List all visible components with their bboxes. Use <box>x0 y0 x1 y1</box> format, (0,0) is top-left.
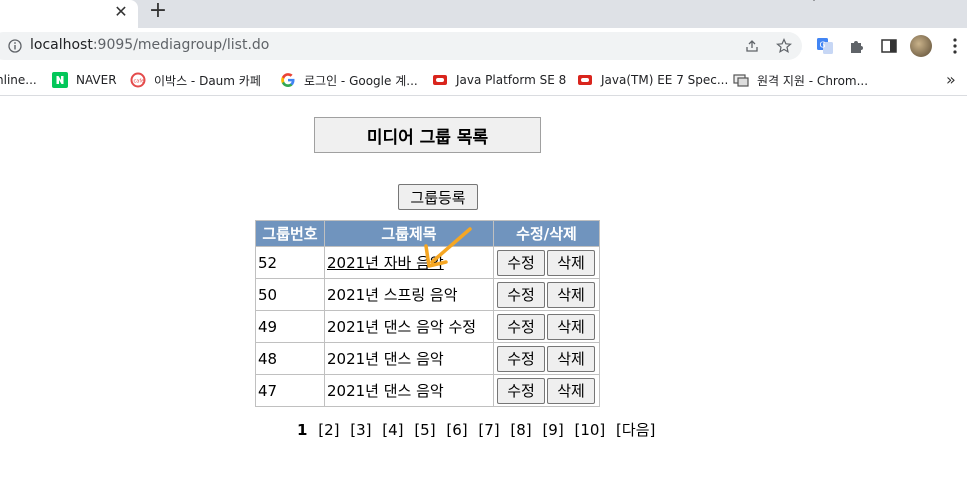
group-title-cell[interactable]: 2021년 댄스 음악 수정 <box>324 310 494 343</box>
current-page: 1 <box>297 421 308 439</box>
bookmark-star-icon[interactable] <box>776 38 792 54</box>
url-host: localhost <box>30 37 93 53</box>
action-cell: 수정 삭제 <box>493 310 600 343</box>
profile-avatar[interactable] <box>910 35 932 57</box>
close-window-icon[interactable] <box>944 0 960 6</box>
bookmark-label: nline... <box>0 73 37 87</box>
share-icon[interactable] <box>744 38 760 54</box>
browser-toolbar: localhost:9095/mediagroup/list.do G <box>0 28 967 64</box>
action-cell: 수정 삭제 <box>493 246 600 279</box>
url-text[interactable]: localhost:9095/mediagroup/list.do <box>30 37 269 53</box>
bookmark-item-naver[interactable]: NAVER <box>52 70 117 90</box>
action-cell: 수정 삭제 <box>493 278 600 311</box>
bookmark-item-java-se8[interactable]: Java Platform SE 8 <box>432 70 566 90</box>
group-no-cell: 52 <box>255 246 325 279</box>
tab-search-icon[interactable] <box>806 0 822 6</box>
annotation-arrow-icon <box>424 227 472 268</box>
edit-button[interactable]: 수정 <box>497 313 545 340</box>
naver-icon <box>52 72 68 88</box>
page-link[interactable]: [8] <box>510 421 531 439</box>
site-info-icon[interactable] <box>8 39 22 53</box>
group-no-cell: 49 <box>255 310 325 343</box>
svg-text:cafe: cafe <box>134 79 145 85</box>
delete-button[interactable]: 삭제 <box>547 313 595 340</box>
page-link[interactable]: [5] <box>414 421 435 439</box>
group-no-cell: 50 <box>255 278 325 311</box>
bookmark-label: NAVER <box>76 73 117 87</box>
tab-close-icon[interactable]: ✕ <box>112 3 130 21</box>
table-row: 48 2021년 댄스 음악 수정 삭제 <box>255 342 600 375</box>
table-row: 47 2021년 댄스 음악 수정 삭제 <box>255 374 600 407</box>
bookmark-item-java-ee7[interactable]: Java(TM) EE 7 Spec... <box>577 70 728 90</box>
page-link[interactable]: [6] <box>446 421 467 439</box>
edit-button[interactable]: 수정 <box>497 345 545 372</box>
page-link[interactable]: [4] <box>382 421 403 439</box>
minimize-icon[interactable] <box>852 0 868 6</box>
next-page-link[interactable]: [다음] <box>616 421 655 439</box>
bookmark-label: 이박스 - Daum 카페 <box>154 73 261 88</box>
bookmark-label: Java Platform SE 8 <box>456 73 567 87</box>
action-cell: 수정 삭제 <box>493 374 600 407</box>
column-header-edit-delete: 수정/삭제 <box>493 220 600 247</box>
svg-text:G: G <box>820 41 826 50</box>
active-tab[interactable]: ✕ <box>0 0 138 28</box>
action-cell: 수정 삭제 <box>493 342 600 375</box>
bookmarks-bar: nline... NAVER cafe 이박스 - Daum 카페 로그인 - … <box>0 64 967 96</box>
delete-button[interactable]: 삭제 <box>547 281 595 308</box>
url-path: :9095/mediagroup/list.do <box>92 37 270 53</box>
google-translate-icon[interactable]: G <box>816 37 834 55</box>
address-bar[interactable]: localhost:9095/mediagroup/list.do <box>0 32 802 60</box>
new-tab-icon[interactable]: + <box>148 0 168 23</box>
chrome-menu-icon[interactable] <box>952 36 958 56</box>
oracle-icon <box>578 75 592 85</box>
register-group-button[interactable]: 그룹등록 <box>398 184 478 210</box>
tab-strip: ✕ + <box>0 0 967 28</box>
page-link[interactable]: [2] <box>318 421 339 439</box>
bookmark-label: 로그인 - Google 계... <box>304 73 418 88</box>
page-link[interactable]: [10] <box>574 421 605 439</box>
remote-desktop-icon <box>733 74 749 87</box>
group-no-cell: 48 <box>255 342 325 375</box>
more-bookmarks-icon[interactable]: » <box>946 70 956 89</box>
edit-button[interactable]: 수정 <box>497 377 545 404</box>
extensions-puzzle-icon[interactable] <box>848 37 866 55</box>
table-row: 49 2021년 댄스 음악 수정 수정 삭제 <box>255 310 600 343</box>
bookmark-item-daum-cafe[interactable]: cafe 이박스 - Daum 카페 <box>130 70 261 90</box>
side-panel-icon[interactable] <box>880 37 898 55</box>
google-icon <box>281 73 295 87</box>
column-header-group-no: 그룹번호 <box>255 220 325 247</box>
delete-button[interactable]: 삭제 <box>547 249 595 276</box>
bookmark-item-online[interactable]: nline... <box>0 70 37 90</box>
edit-button[interactable]: 수정 <box>497 281 545 308</box>
group-no-cell: 47 <box>255 374 325 407</box>
bookmark-item-google-login[interactable]: 로그인 - Google 계... <box>280 70 418 90</box>
page-title: 미디어 그룹 목록 <box>314 117 541 153</box>
group-title-cell[interactable]: 2021년 스프링 음악 <box>324 278 494 311</box>
daum-cafe-icon: cafe <box>130 72 146 88</box>
page-link[interactable]: [9] <box>542 421 563 439</box>
delete-button[interactable]: 삭제 <box>547 345 595 372</box>
oracle-icon <box>433 75 447 85</box>
group-title-cell[interactable]: 2021년 댄스 음악 <box>324 342 494 375</box>
edit-button[interactable]: 수정 <box>497 249 545 276</box>
bookmark-item-remote-support[interactable]: 원격 지원 - Chrom... <box>733 70 868 90</box>
bookmark-label: Java(TM) EE 7 Spec... <box>601 73 729 87</box>
maximize-icon[interactable] <box>898 0 914 6</box>
pagination: 1 [2] [3] [4] [5] [6] [7] [8] [9] [10] [… <box>297 419 661 440</box>
page-content: 미디어 그룹 목록 그룹등록 그룹번호 그룹제목 수정/삭제 52 2021년 … <box>0 97 967 486</box>
group-title-cell[interactable]: 2021년 댄스 음악 <box>324 374 494 407</box>
bookmark-label: 원격 지원 - Chrom... <box>757 73 869 88</box>
delete-button[interactable]: 삭제 <box>547 377 595 404</box>
page-link[interactable]: [3] <box>350 421 371 439</box>
page-link[interactable]: [7] <box>478 421 499 439</box>
table-row: 50 2021년 스프링 음악 수정 삭제 <box>255 278 600 311</box>
